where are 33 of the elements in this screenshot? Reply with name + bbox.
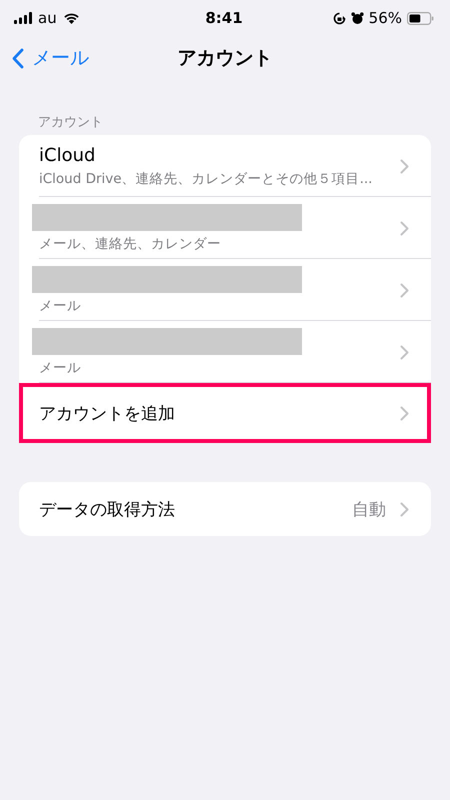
account-row[interactable]: iCloud iCloud Drive、連絡先、カレンダーとその他５項目... [19, 135, 431, 197]
account-row[interactable]: アカウントを追加 [19, 383, 431, 443]
carrier-name: au [38, 9, 57, 27]
chevron-icon [400, 502, 409, 516]
section-header: アカウント [38, 114, 104, 132]
fetch-value: 自動 [352, 498, 386, 520]
back-label: メール [32, 46, 89, 71]
account-name: iCloud [39, 144, 96, 166]
chevron-icon [400, 220, 409, 236]
chevron-icon [400, 158, 409, 174]
account-row[interactable]: メール [19, 259, 431, 321]
chevron-icon [400, 406, 409, 420]
signal-icon [14, 12, 32, 24]
battery-icon [407, 12, 434, 24]
chevron-icon [400, 344, 409, 360]
fetch-row[interactable]: データの取得方法 自動 [19, 482, 431, 536]
account-row[interactable]: メール [19, 321, 431, 383]
account-row[interactable]: メール、連絡先、カレンダー [19, 197, 431, 259]
page-title: アカウント [178, 46, 272, 71]
rotation-lock-icon [332, 12, 346, 24]
account-services: メール [39, 296, 82, 314]
account-services: iCloud Drive、連絡先、カレンダーとその他５項目... [39, 170, 374, 188]
add-account-label: アカウントを追加 [39, 402, 176, 424]
back-button[interactable]: メール [12, 36, 89, 80]
fetch-label: データの取得方法 [39, 498, 176, 520]
alarm-icon [350, 12, 364, 24]
battery-percent: 56% [368, 9, 402, 27]
chevron-icon [400, 282, 409, 298]
back-chevron-icon [12, 48, 24, 68]
status-time: 8:41 [205, 9, 243, 27]
account-services: メール [39, 358, 82, 376]
account-services: メール、連絡先、カレンダー [39, 234, 222, 252]
wifi-icon [62, 12, 80, 24]
